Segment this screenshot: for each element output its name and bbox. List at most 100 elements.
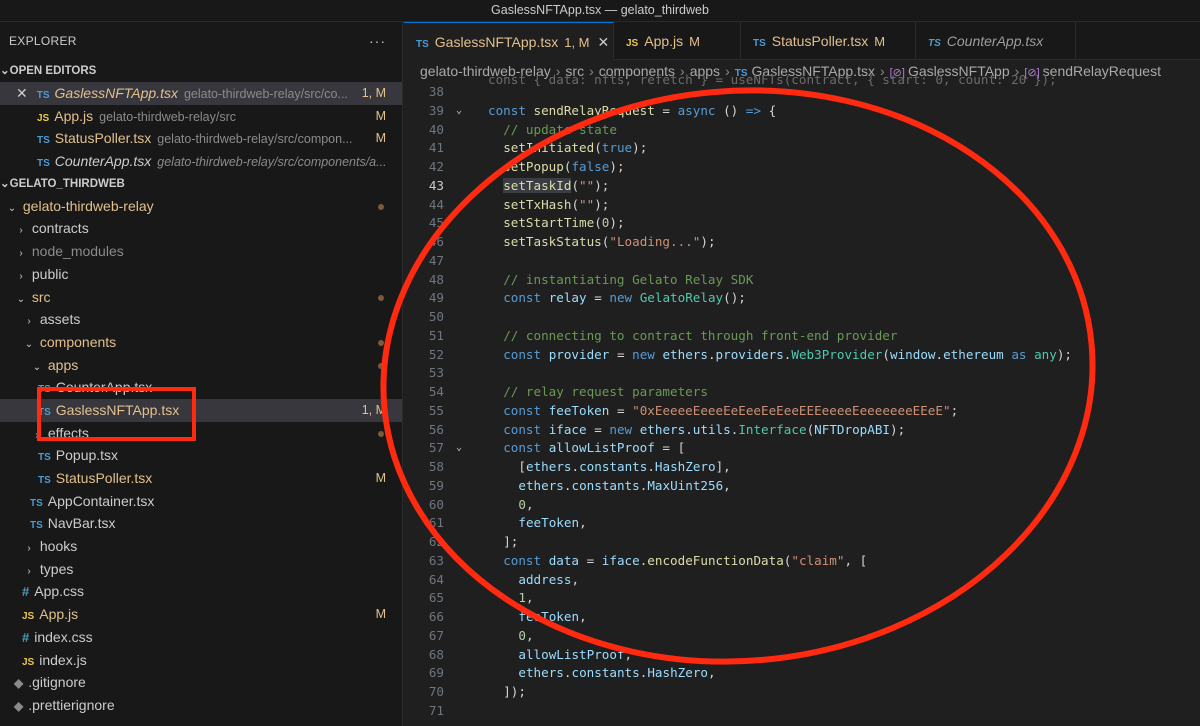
code-line[interactable]: 45 setStartTime(0);	[404, 214, 1200, 233]
code-token: ,	[525, 590, 534, 606]
open-editor-gaslessnftapp[interactable]: ✕ TS GaslessNFTApp.tsx gelato-thirdweb-rela…	[0, 82, 402, 105]
code-line[interactable]: 63 ⌄ const data = iface.encodeFunctionData…	[404, 552, 1200, 571]
code-line[interactable]: 46 setTaskStatus("Loading...");	[404, 233, 1200, 252]
tree-folder-components[interactable]: ⌄ components	[0, 331, 402, 354]
tree-file-gaslessnftapp[interactable]: TS GaslessNFTApp.tsx 1, M	[0, 398, 402, 422]
code-token: const	[488, 102, 534, 118]
code-token: new	[609, 290, 640, 306]
code-line[interactable]: 52 const provider = new ethers.providers.…	[404, 346, 1200, 365]
tree-file-prettierignore[interactable]: ◆ .prettierignore	[0, 694, 402, 717]
code-token: (	[594, 215, 602, 231]
code-line[interactable]: 42 setPopup(false);	[404, 158, 1200, 177]
code-line[interactable]: 53	[404, 364, 1200, 383]
code-line[interactable]: 58 [ethers.constants.HashZero],	[404, 458, 1200, 477]
tree-folder-apps[interactable]: ⌄ apps	[0, 354, 402, 377]
chevron-right-icon: ›	[27, 316, 31, 328]
open-editor-app-js[interactable]: JS App.js gelato-thirdweb-relay/src M	[0, 105, 402, 128]
code-line[interactable]: 57 ⌄ const allowListProof = [	[404, 439, 1200, 458]
tree-file-statuspoller[interactable]: TS StatusPoller.tsx M	[0, 467, 402, 490]
javascript-file-icon: JS	[37, 112, 50, 124]
tree-file-index-js[interactable]: JS index.js	[0, 649, 402, 672]
code-token: constants	[571, 477, 640, 493]
typescript-file-icon: TS	[928, 38, 941, 49]
chevron-down-icon[interactable]: ⌄	[456, 439, 462, 458]
line-number: 40	[428, 121, 444, 137]
tree-file-index-css[interactable]: # index.css	[0, 626, 402, 649]
workspace-section[interactable]: ⌄GELATO_THIRDWEB	[0, 173, 402, 195]
code-line[interactable]: 67 0,	[404, 627, 1200, 646]
code-line[interactable]: 41 setInitiated(true);	[404, 139, 1200, 158]
code-line[interactable]: 59 ethers.constants.MaxUint256,	[404, 477, 1200, 496]
code-line[interactable]: 38	[404, 83, 1200, 102]
code-line[interactable]: 65 1,	[404, 589, 1200, 608]
code-line[interactable]: 51 // connecting to contract through fron…	[404, 327, 1200, 346]
typescript-file-icon: TS	[36, 90, 50, 101]
tree-folder-contracts[interactable]: › contracts	[0, 217, 402, 240]
code-line[interactable]: 60 0,	[404, 496, 1200, 515]
code-token: address	[518, 571, 572, 587]
tree-folder-public[interactable]: › public	[0, 263, 402, 286]
code-token: .	[707, 346, 716, 362]
open-editors-section[interactable]: ⌄OPEN EDITORS	[0, 60, 402, 82]
tree-folder-effects[interactable]: › effects	[0, 422, 402, 445]
code-line[interactable]: 61 feeToken,	[404, 514, 1200, 533]
code-line[interactable]: 55 const feeToken = "0xEeeeeEeeeEeEeeEeEe…	[404, 402, 1200, 421]
line-number: 41	[428, 140, 444, 156]
code-line[interactable]: 40 // update state	[404, 121, 1200, 140]
code-line[interactable]: 39 ⌄ const sendRelayRequest = async () => …	[404, 102, 1200, 121]
code-line[interactable]: 43 setTaskId("");	[404, 177, 1200, 196]
tree-folder-hooks[interactable]: › hooks	[0, 535, 402, 558]
tree-folder-node-modules[interactable]: › node_modules	[0, 240, 402, 263]
code-line[interactable]: 49 const relay = new GelatoRelay();	[404, 289, 1200, 308]
code-line[interactable]: 54 // relay request parameters	[404, 383, 1200, 402]
code-editor[interactable]: const { data: nfts, refetch } = useNFTs(…	[404, 72, 1200, 726]
tree-file-app-css[interactable]: # App.css	[0, 580, 402, 603]
code-line[interactable]: 48 // instantiating Gelato Relay SDK	[404, 271, 1200, 290]
chevron-down-icon[interactable]: ⌄	[456, 102, 462, 121]
code-line[interactable]: 64 address,	[404, 571, 1200, 590]
status-badge: M	[689, 34, 700, 49]
code-text: const provider = new ethers.providers.We…	[503, 346, 1072, 365]
tab-app-js[interactable]: JS App.js M	[614, 22, 741, 60]
tree-file-appcontainer[interactable]: TS AppContainer.tsx	[0, 490, 402, 513]
tree-file-app-js[interactable]: JS App.js M	[0, 603, 402, 626]
tree-file-popup[interactable]: TS Popup.tsx	[0, 444, 402, 467]
line-number: 57	[428, 440, 444, 456]
code-line[interactable]: 47	[404, 252, 1200, 271]
code-token: Web3Provider	[791, 346, 883, 362]
code-line[interactable]: 68 allowListProof,	[404, 646, 1200, 665]
code-token: const	[503, 421, 549, 437]
chevron-down-icon[interactable]: ⌄	[456, 552, 462, 571]
code-line[interactable]: 56 const iface = new ethers.utils.Interfa…	[404, 421, 1200, 440]
tree-folder-gelato-thirdweb-relay[interactable]: ⌄ gelato-thirdweb-relay	[0, 195, 402, 218]
code-line[interactable]: 71	[404, 702, 1200, 721]
code-token: const	[503, 440, 549, 456]
tree-folder-assets[interactable]: › assets	[0, 308, 402, 331]
tab-statuspoller[interactable]: TS StatusPoller.tsx M	[741, 22, 916, 60]
code-text: 1,	[518, 589, 533, 608]
tab-counterapp[interactable]: TS CounterApp.tsx	[916, 22, 1076, 60]
code-line[interactable]: 44 setTxHash("");	[404, 196, 1200, 215]
close-icon[interactable]: ✕	[598, 34, 610, 50]
code-line[interactable]: 70]);	[404, 683, 1200, 702]
tree-folder-src[interactable]: ⌄ src	[0, 286, 402, 309]
tree-file-counterapp[interactable]: TS CounterApp.tsx	[0, 376, 402, 399]
code-token: setStartTime	[503, 215, 595, 231]
code-line[interactable]: 66 feeToken,	[404, 608, 1200, 627]
code-token: const	[503, 346, 549, 362]
css-file-icon: #	[22, 584, 30, 600]
more-actions-icon[interactable]: ···	[369, 22, 386, 60]
status-badge: M	[375, 131, 386, 146]
line-number: 63	[428, 552, 444, 568]
tree-file-gitignore[interactable]: ◆ .gitignore	[0, 671, 402, 694]
close-icon[interactable]: ✕	[16, 85, 28, 101]
code-line[interactable]: 69 ethers.constants.HashZero,	[404, 664, 1200, 683]
code-token: as	[1003, 346, 1035, 362]
open-editor-counterapp[interactable]: TS CounterApp.tsx gelato-thirdweb-relay/sr…	[0, 150, 402, 173]
code-line[interactable]: 50	[404, 308, 1200, 327]
tree-file-navbar[interactable]: TS NavBar.tsx	[0, 512, 402, 535]
code-line[interactable]: 62];	[404, 533, 1200, 552]
tree-folder-types[interactable]: › types	[0, 558, 402, 581]
open-editor-statuspoller[interactable]: TS StatusPoller.tsx gelato-thirdweb-relay/…	[0, 127, 402, 150]
tab-gaslessnftapp[interactable]: TS GaslessNFTApp.tsx 1, M ✕	[404, 22, 614, 60]
